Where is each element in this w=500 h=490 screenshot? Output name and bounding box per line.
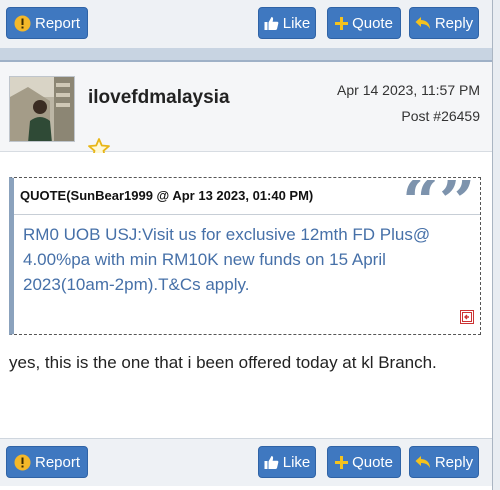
top-action-bar: Report Like Quote Reply xyxy=(0,0,492,48)
post-number-link[interactable]: Post #26459 xyxy=(401,108,480,124)
page-scroll-gutter xyxy=(492,0,500,490)
svg-text:“”: “” xyxy=(402,180,474,212)
reply-label: Reply xyxy=(434,453,474,471)
report-button[interactable]: Report xyxy=(6,446,88,478)
alert-circle-icon xyxy=(14,15,31,32)
post-body: QUOTE(SunBear1999 @ Apr 13 2023, 01:40 P… xyxy=(0,153,492,438)
quote-header: QUOTE(SunBear1999 @ Apr 13 2023, 01:40 P… xyxy=(20,188,314,203)
post-divider xyxy=(0,48,492,62)
like-button[interactable]: Like xyxy=(258,446,316,478)
plus-icon xyxy=(335,455,349,469)
quote-text: RM0 UOB USJ:Visit us for exclusive 12mth… xyxy=(23,225,431,294)
quote-block: QUOTE(SunBear1999 @ Apr 13 2023, 01:40 P… xyxy=(9,165,481,335)
quote-label: Quote xyxy=(352,14,393,32)
reply-button[interactable]: Reply xyxy=(409,446,479,478)
forum-post-page: Report Like Quote Reply ilovefdmalaysia … xyxy=(0,0,492,490)
alert-circle-icon xyxy=(14,454,31,471)
quote-marks-icon: “” xyxy=(402,165,476,240)
like-label: Like xyxy=(282,453,311,471)
post-header: ilovefdmalaysia Apr 14 2023, 11:57 PM Po… xyxy=(0,62,492,159)
post-date: Apr 14 2023, 11:57 PM xyxy=(337,82,480,98)
report-button[interactable]: Report xyxy=(6,7,88,39)
quote-separator xyxy=(14,214,480,215)
post-message: yes, this is the one that i been offered… xyxy=(9,353,437,372)
reply-label: Reply xyxy=(434,14,474,32)
report-label: Report xyxy=(34,453,81,471)
username[interactable]: ilovefdmalaysia xyxy=(88,87,230,109)
quote-label: Quote xyxy=(352,453,393,471)
quote-button[interactable]: Quote xyxy=(327,7,401,39)
plus-icon xyxy=(335,16,349,30)
report-label: Report xyxy=(34,14,81,32)
go-to-post-icon[interactable] xyxy=(460,310,474,324)
avatar[interactable] xyxy=(9,76,75,142)
like-label: Like xyxy=(282,14,311,32)
reply-arrow-icon xyxy=(415,16,431,30)
thumbs-up-icon xyxy=(264,455,279,470)
like-button[interactable]: Like xyxy=(258,7,316,39)
thumbs-up-icon xyxy=(264,16,279,31)
bottom-action-bar: Report Like Quote Reply xyxy=(0,438,492,486)
quote-button[interactable]: Quote xyxy=(327,446,401,478)
reply-button[interactable]: Reply xyxy=(409,7,479,39)
reply-arrow-icon xyxy=(415,455,431,469)
